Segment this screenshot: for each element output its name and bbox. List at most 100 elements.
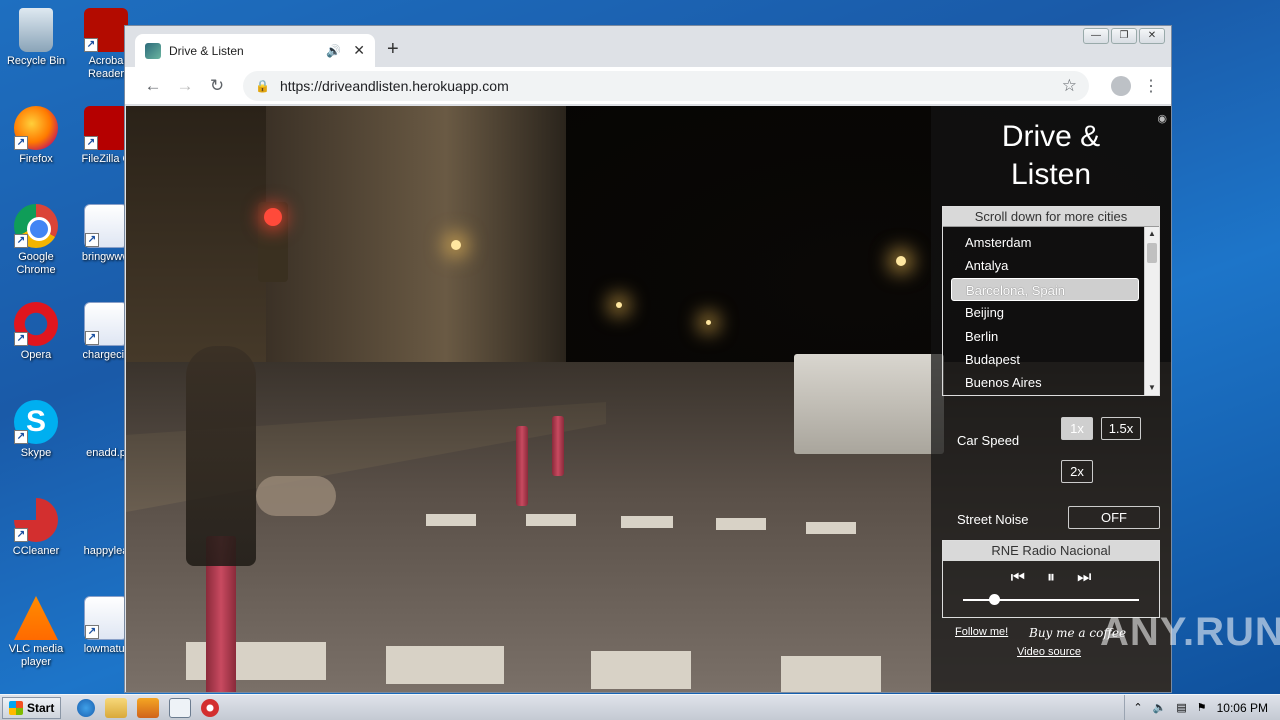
network-icon[interactable]: ▤: [1176, 701, 1186, 714]
speed-1x-button[interactable]: 1x: [1061, 417, 1093, 440]
desktop-icon-ccleaner[interactable]: ↗ CCleaner: [0, 498, 72, 558]
page-viewport: ◉ Drive & Listen Scroll down for more ci…: [126, 106, 1171, 692]
file-icon: [84, 498, 128, 542]
tab-strip: Drive & Listen 🔊 ✕ + — ❐ ✕: [125, 26, 1171, 67]
tab-drive-listen[interactable]: Drive & Listen 🔊 ✕: [135, 34, 375, 67]
eye-icon[interactable]: ◉: [1157, 112, 1167, 125]
city-selector: Scroll down for more cities Amsterdam An…: [942, 206, 1160, 396]
dog: [256, 476, 336, 516]
internet-explorer-icon[interactable]: [77, 698, 96, 717]
traffic-light: [258, 202, 288, 282]
previous-track-icon[interactable]: ⏮: [1011, 569, 1025, 587]
desktop-icon-chrome[interactable]: ↗ Google Chrome: [0, 204, 72, 277]
crosswalk-stripe: [591, 651, 691, 689]
ccleaner-icon: ↗: [14, 498, 58, 542]
street-noise-control: Street Noise OFF: [931, 506, 1171, 540]
desktop-icon-vlc[interactable]: VLC media player: [0, 596, 72, 669]
desktop-icon-label: Skype: [20, 447, 52, 459]
close-tab-icon[interactable]: ✕: [353, 42, 365, 59]
site-favicon-icon: [145, 42, 161, 59]
city-list-scrollbar[interactable]: ▲ ▼: [1144, 227, 1159, 395]
desktop-icon-firefox[interactable]: ↗ Firefox: [0, 106, 72, 166]
volume-slider[interactable]: [963, 594, 1139, 605]
scroll-thumb[interactable]: [1147, 243, 1157, 263]
bookmark-star-icon[interactable]: ☆: [1062, 76, 1077, 96]
video-source-link[interactable]: Video source: [1017, 646, 1081, 658]
clock[interactable]: 10:06 PM: [1217, 701, 1268, 715]
browser-window: Drive & Listen 🔊 ✕ + — ❐ ✕ ← → ↻ 🔒 https…: [124, 25, 1172, 693]
new-tab-button[interactable]: +: [387, 38, 399, 61]
speed-label: Car Speed: [957, 433, 1020, 448]
pause-icon[interactable]: ⏸: [1047, 569, 1055, 587]
minimize-icon[interactable]: —: [1083, 28, 1109, 44]
crosswalk-stripe: [716, 518, 766, 530]
crosswalk-stripe: [526, 514, 576, 526]
city-item[interactable]: Antalya: [951, 254, 1139, 277]
city-item[interactable]: Amsterdam: [951, 231, 1139, 254]
forward-arrow-icon[interactable]: →: [169, 76, 201, 96]
tray-expand-icon[interactable]: ⌃: [1133, 701, 1142, 714]
app-title: Drive & Listen: [931, 118, 1171, 194]
filezilla-icon: ↗: [84, 106, 128, 150]
desktop-icon-skype[interactable]: S ↗ Skype: [0, 400, 72, 460]
crosswalk-stripe: [806, 522, 856, 534]
scroll-down-icon[interactable]: ▼: [1145, 381, 1159, 395]
street-lamp: [451, 240, 461, 250]
volume-icon[interactable]: 🔈: [1153, 701, 1167, 714]
word-doc-icon: ↗: [84, 204, 128, 248]
desktop-icon-label: Opera: [20, 349, 52, 361]
word-doc-icon: ↗: [84, 302, 128, 346]
crosswalk-stripe: [426, 514, 476, 526]
desktop-icon-recycle-bin[interactable]: Recycle Bin: [0, 8, 72, 68]
firefox-icon: ↗: [14, 106, 58, 150]
speed-2x-button[interactable]: 2x: [1061, 460, 1093, 483]
start-button[interactable]: Start: [2, 696, 62, 719]
chrome-icon: ↗: [14, 204, 58, 248]
acrobat-icon: ↗: [84, 8, 128, 52]
city-item[interactable]: Buenos Aires: [951, 371, 1139, 394]
media-player-icon[interactable]: [137, 697, 160, 718]
city-item[interactable]: Budapest: [951, 348, 1139, 371]
street-noise-toggle[interactable]: OFF: [1068, 506, 1160, 529]
word-doc-icon: ↗: [84, 596, 128, 640]
speaker-icon[interactable]: 🔊: [326, 44, 341, 58]
app-title-line2: Listen: [1010, 158, 1092, 191]
city-item-selected[interactable]: Barcelona, Spain: [951, 277, 1139, 302]
speed-1-5x-button[interactable]: 1.5x: [1101, 417, 1141, 440]
volume-knob[interactable]: [989, 594, 1001, 605]
follow-me-link[interactable]: Follow me!: [955, 626, 1008, 638]
windows-flag-icon: [9, 700, 23, 715]
street-lamp: [616, 302, 622, 308]
close-window-icon[interactable]: ✕: [1139, 28, 1165, 44]
file-explorer-icon[interactable]: [105, 697, 128, 718]
start-label: Start: [27, 700, 55, 715]
speed-control: Car Speed 1x 1.5x 2x: [931, 396, 1171, 506]
maximize-icon[interactable]: ❐: [1111, 28, 1137, 44]
scroll-up-icon[interactable]: ▲: [1145, 227, 1159, 241]
opera-taskbar-icon[interactable]: [201, 698, 220, 717]
url-text: https://driveandlisten.herokuapp.com: [279, 77, 509, 94]
crosswalk-stripe: [386, 646, 504, 684]
next-track-icon[interactable]: ⏭: [1077, 569, 1091, 587]
lock-icon: 🔒: [255, 78, 270, 93]
window-controls: — ❐ ✕: [1083, 28, 1165, 44]
back-arrow-icon[interactable]: ←: [137, 76, 169, 96]
app-title-line1: Drive &: [1001, 120, 1101, 153]
kebab-menu-icon[interactable]: ⋮: [1143, 76, 1159, 96]
crosswalk-stripe: [781, 656, 881, 692]
profile-avatar-icon[interactable]: [1111, 75, 1131, 96]
taskbar: Start ⌃ 🔈 ▤ ⚑ 10:06 PM: [0, 694, 1280, 720]
control-panel: ◉ Drive & Listen Scroll down for more ci…: [931, 106, 1171, 692]
city-item[interactable]: Berlin: [951, 325, 1139, 348]
opera-icon: ↗: [14, 302, 58, 346]
pedestrian: [186, 346, 256, 566]
address-bar[interactable]: 🔒 https://driveandlisten.herokuapp.com ☆: [243, 70, 1089, 101]
chrome-taskbar-icon[interactable]: [169, 697, 192, 718]
truck: [794, 354, 944, 454]
action-center-flag-icon[interactable]: ⚑: [1197, 701, 1207, 714]
reload-icon[interactable]: ↻: [201, 76, 233, 96]
city-list-header: Scroll down for more cities: [943, 207, 1159, 227]
desktop-icon-opera[interactable]: ↗ Opera: [0, 302, 72, 362]
radio-station-name: RNE Radio Nacional: [943, 541, 1159, 561]
city-item[interactable]: Beijing: [951, 301, 1139, 324]
